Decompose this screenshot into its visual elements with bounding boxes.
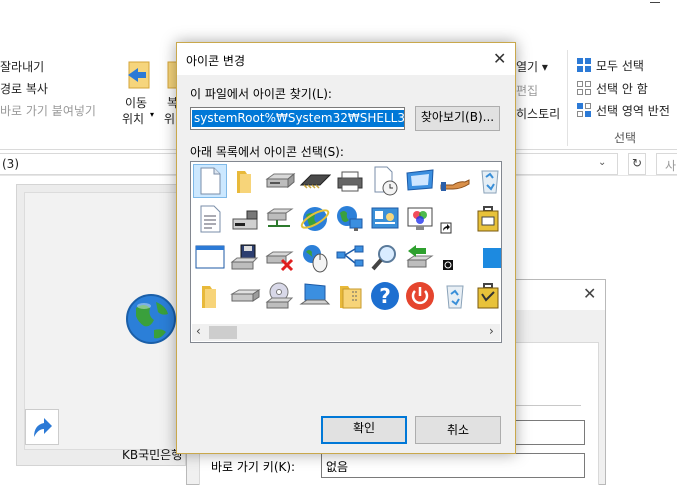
cancel-button[interactable]: 취소	[415, 416, 501, 444]
ribbon-divider	[567, 50, 568, 146]
drive-bay-icon[interactable]	[229, 203, 261, 235]
text-document-icon[interactable]	[194, 203, 226, 235]
horizontal-scrollbar[interactable]: ‹ ›	[192, 324, 500, 341]
file-name-label: KB국민은행	[122, 448, 183, 462]
control-panel-icon[interactable]	[369, 203, 401, 235]
icon-list[interactable]: ? ‹ ›	[190, 161, 502, 343]
hand-share-icon[interactable]	[439, 165, 471, 197]
green-arrow-drive-icon[interactable]	[404, 242, 436, 274]
history-button[interactable]: 히스토리	[516, 105, 560, 122]
scroll-right-icon[interactable]: ›	[489, 324, 494, 338]
scroll-thumb[interactable]	[209, 326, 237, 339]
path-selected-text: systemRoot%₩System32₩SHELL32.dll	[192, 110, 404, 127]
network-drive-icon[interactable]	[264, 203, 296, 235]
browse-button[interactable]: 찾아보기(B)...	[415, 106, 500, 131]
shortcut-key-label: 바로 가기 키(K):	[211, 460, 296, 474]
change-icon-dialog: 아이콘 변경 ✕ 이 파일에서 아이콘 찾기(L): systemRoot%₩S…	[176, 42, 516, 454]
memory-chip-icon[interactable]	[299, 165, 332, 197]
floppy-computer-icon[interactable]	[229, 242, 261, 274]
dialog-title: 아이콘 변경	[186, 54, 246, 68]
shortcut-arrow-icon[interactable]	[439, 203, 471, 235]
cd-drive-icon[interactable]	[264, 280, 296, 312]
printer-icon[interactable]	[334, 165, 366, 197]
laptop-icon[interactable]	[299, 280, 331, 312]
scroll-left-icon[interactable]: ‹	[196, 324, 201, 338]
minimize-icon[interactable]	[650, 2, 660, 3]
open-button[interactable]: 열기 ▾	[516, 58, 548, 75]
select-group-label: 선택	[614, 131, 637, 145]
close-icon[interactable]: ✕	[493, 49, 506, 68]
grid-folder-icon[interactable]	[334, 280, 366, 312]
blank-document-icon[interactable]	[193, 164, 227, 198]
document-clock-icon[interactable]	[369, 165, 401, 197]
shortcut-overlay	[25, 409, 59, 445]
ok-button[interactable]: 확인	[321, 416, 407, 444]
find-icons-label: 이 파일에서 아이콘 찾기(L):	[190, 87, 332, 101]
power-icon[interactable]	[404, 280, 436, 312]
search-box[interactable]: 사	[656, 153, 677, 175]
folder-icon[interactable]	[194, 280, 226, 312]
select-none-icon	[577, 81, 591, 95]
shortcut-arrow-icon	[34, 418, 52, 437]
recycle-bin-empty-icon[interactable]	[439, 280, 471, 312]
refresh-button[interactable]: ↻	[628, 153, 646, 175]
globe-icon	[126, 294, 176, 344]
help-icon[interactable]: ?	[369, 280, 401, 312]
disconnected-drive-icon[interactable]	[264, 242, 296, 274]
svg-text:?: ?	[379, 284, 391, 308]
recycle-bin-full-icon[interactable]	[474, 165, 501, 197]
globe-ie-icon[interactable]	[299, 203, 331, 235]
shutdown-small-icon[interactable]	[439, 242, 471, 274]
hard-drive-icon[interactable]	[264, 165, 296, 197]
blue-square-icon[interactable]	[474, 242, 501, 274]
network-icon[interactable]	[334, 242, 366, 274]
cut-button[interactable]: 잘라내기	[0, 58, 44, 75]
paste-shortcut-button[interactable]: 바로 가기 붙여넣기	[0, 102, 96, 119]
magnifier-icon[interactable]	[369, 242, 401, 274]
window-icon[interactable]	[194, 242, 226, 274]
properties-close-icon[interactable]: ✕	[583, 284, 596, 303]
briefcase-icon[interactable]	[474, 203, 501, 235]
briefcase-icon[interactable]	[474, 280, 501, 312]
address-dropdown-icon[interactable]: ⌄	[598, 157, 606, 168]
hard-drive-icon[interactable]	[229, 280, 261, 312]
mouse-globe-icon[interactable]	[299, 242, 331, 274]
select-all-icon	[577, 58, 591, 72]
icon-list-label: 아래 목록에서 아이콘 선택(S):	[190, 145, 344, 159]
rgb-monitor-icon[interactable]	[404, 203, 436, 235]
edit-button[interactable]: 편집	[516, 82, 538, 99]
dialog-titlebar: 아이콘 변경 ✕	[177, 43, 515, 75]
network-globe-icon[interactable]	[334, 203, 366, 235]
shortcut-key-field[interactable]: 없음	[321, 453, 585, 478]
invert-selection-icon	[577, 103, 591, 117]
folder-icon[interactable]	[229, 165, 261, 197]
move-folder-icon	[128, 61, 150, 89]
monitor-window-icon[interactable]	[404, 165, 436, 197]
move-to-button[interactable]: 이동 위치 ▾	[122, 56, 158, 126]
copy-path-button[interactable]: 경로 복사	[0, 80, 48, 97]
icon-file-path-input[interactable]: systemRoot%₩System32₩SHELL32.dll	[190, 107, 405, 130]
refresh-icon: ↻	[632, 156, 643, 170]
